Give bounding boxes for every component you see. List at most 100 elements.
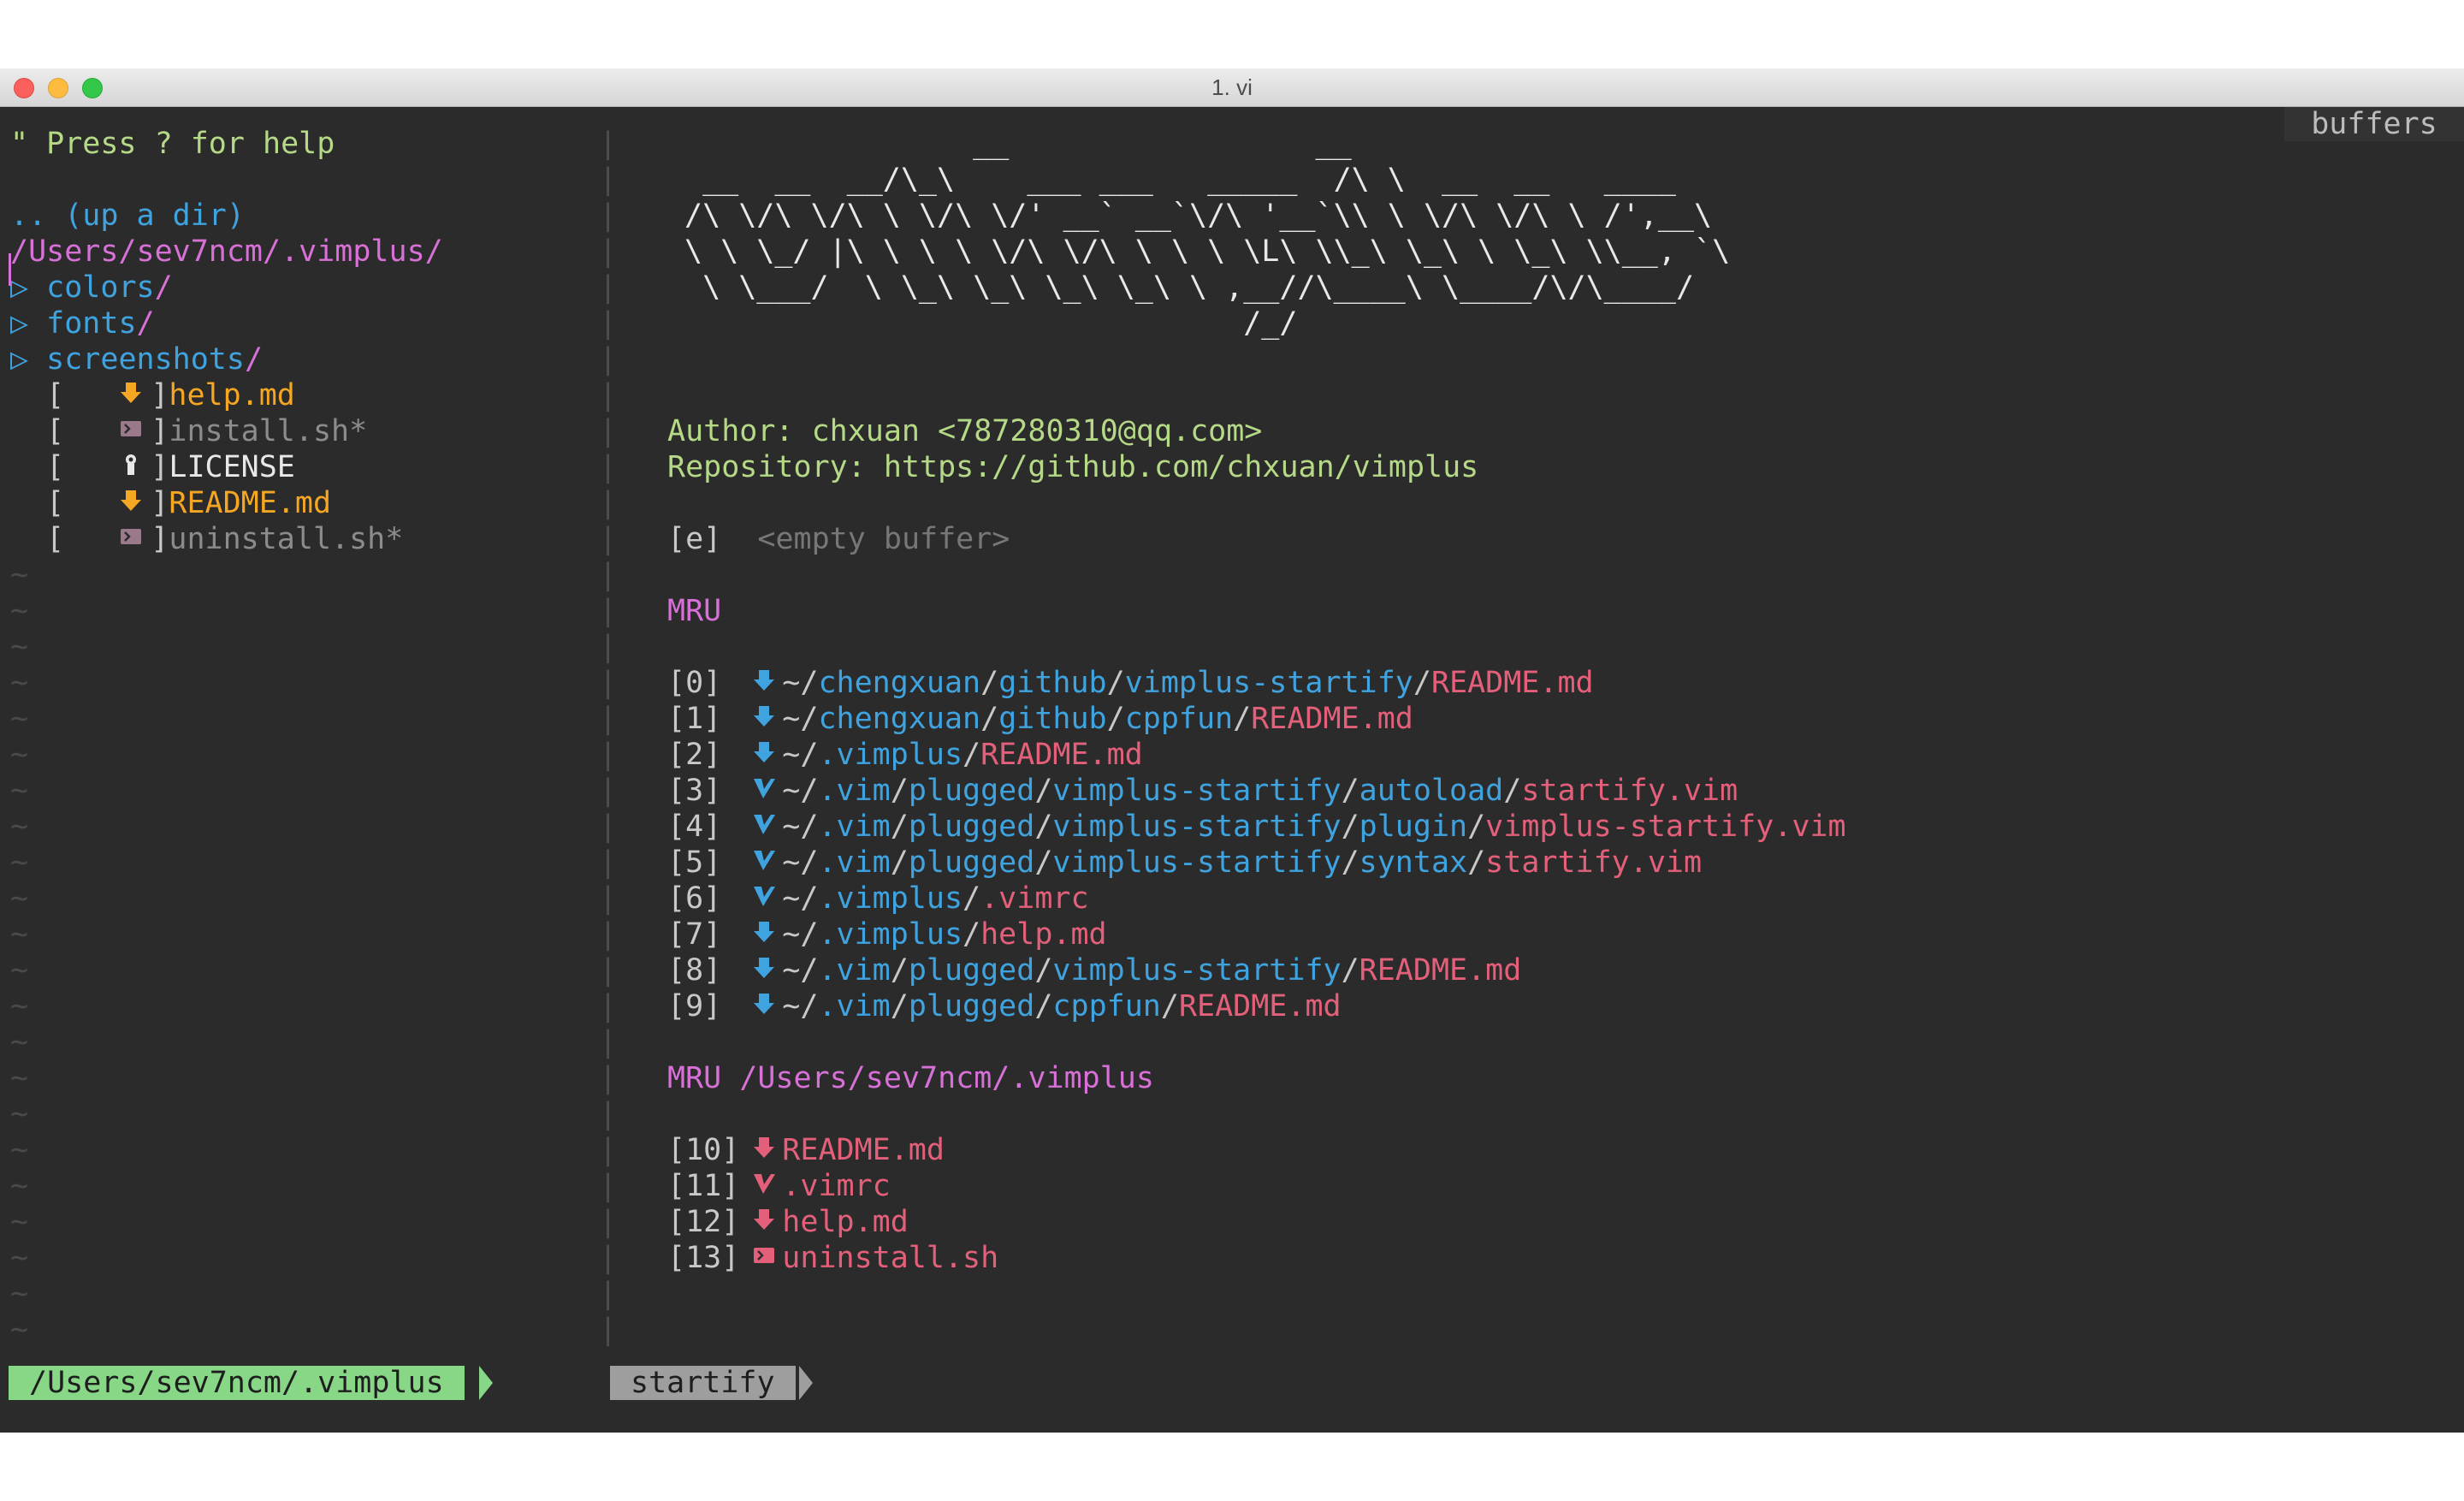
- mru-dir-item[interactable]: [12] help.md: [667, 1204, 909, 1240]
- mru-file-name: README.md: [1359, 953, 1522, 988]
- tree-file-install-sh-[interactable]: [ ]install.sh*: [46, 413, 367, 449]
- mru-item[interactable]: [0] ~/chengxuan/github/vimplus-startify/…: [667, 665, 1594, 701]
- mru-path-part: /: [890, 845, 909, 880]
- mru-path-part: /: [890, 989, 909, 1023]
- tree-dir-screenshots[interactable]: ▷ screenshots/: [10, 341, 263, 377]
- bracket-open: [: [46, 450, 119, 484]
- bracket-close: ]: [151, 486, 169, 520]
- tree-dir-colors[interactable]: ▷ colors/: [10, 270, 173, 306]
- separator-bar: |: [599, 199, 618, 233]
- item-key: [6]: [667, 881, 722, 916]
- vim-icon: [751, 774, 777, 810]
- mru-item[interactable]: [5] ~/.vim/plugged/vimplus-startify/synt…: [667, 845, 1702, 881]
- mru-file-name: README.md: [1178, 989, 1342, 1023]
- mru-path-part: plugged: [908, 810, 1035, 844]
- ascii-art-text: \ \ \_/ |\ \ \ \ \/\ \/\ \ \ \ \L\ \\_\ …: [684, 234, 1731, 269]
- mru-item[interactable]: [8] ~/.vim/plugged/vimplus-startify/READ…: [667, 952, 1521, 988]
- file-name: install.sh*: [169, 414, 368, 448]
- vim-icon: [751, 1169, 777, 1205]
- mru-item[interactable]: [9] ~/.vim/plugged/cppfun/README.md: [667, 988, 1342, 1024]
- separator-bar: |: [599, 917, 618, 952]
- empty-line-tilde: ~: [10, 1096, 28, 1132]
- mru-item[interactable]: [1] ~/chengxuan/github/cppfun/README.md: [667, 701, 1413, 737]
- mru-path-part: .vim: [818, 774, 891, 808]
- mru-item[interactable]: [3] ~/.vim/plugged/vimplus-startify/auto…: [667, 773, 1738, 809]
- up-dir-item[interactable]: .. (up a dir): [10, 198, 245, 234]
- bracket-close: ]: [151, 450, 169, 484]
- bracket-close: ]: [151, 378, 169, 412]
- empty-line-tilde: ~: [10, 1312, 28, 1348]
- separator-bar: |: [599, 486, 618, 520]
- file-name: help.md: [169, 378, 295, 412]
- tree-file-help-md[interactable]: [ ]help.md: [46, 377, 295, 413]
- mru-path-part: /: [1341, 953, 1359, 988]
- ascii-art-text: __ __ __/\_\ ___ ___ _____ /\ \ __ __ __…: [684, 163, 1676, 197]
- dir-slash: /: [136, 306, 155, 341]
- mru-item[interactable]: [6] ~/.vimplus/.vimrc: [667, 881, 1089, 917]
- mru-item[interactable]: [4] ~/.vim/plugged/vimplus-startify/plug…: [667, 809, 1846, 845]
- mru-path-part: /: [1106, 666, 1125, 700]
- tilde: ~: [10, 1241, 29, 1275]
- vim-editor[interactable]: buffers " Press ? for help.. (up a dir) /…: [0, 107, 2464, 1433]
- vim-icon: [751, 881, 777, 917]
- mru-path-part: cppfun: [1124, 702, 1234, 736]
- mru-dir-file-name: uninstall.sh: [782, 1241, 999, 1275]
- tree-file-readme-md[interactable]: [ ]README.md: [46, 485, 331, 521]
- item-key: [3]: [667, 774, 722, 808]
- separator-bar: |: [599, 594, 618, 628]
- mru-dir-item[interactable]: [10] README.md: [667, 1132, 945, 1168]
- separator-bar: |: [599, 558, 618, 592]
- markdown-icon: [118, 486, 144, 522]
- separator-bar: |: [599, 1313, 618, 1347]
- tilde: ~: [10, 810, 29, 844]
- expand-arrow-icon: ▷: [10, 306, 47, 341]
- ascii-art-line: __ __: [684, 126, 1352, 162]
- empty-buffer-item[interactable]: [e] <empty buffer>: [667, 521, 1010, 557]
- mru-path-part: plugged: [908, 845, 1035, 880]
- repository-text: Repository: https://github.com/chxuan/vi…: [667, 450, 1479, 484]
- mru-file-name: startify.vim: [1521, 774, 1738, 808]
- mru-item[interactable]: [2] ~/.vimplus/README.md: [667, 737, 1143, 773]
- separator-bar: |: [599, 845, 618, 880]
- mru-dir-item[interactable]: [11] .vimrc: [667, 1168, 891, 1204]
- item-key: [13]: [667, 1241, 740, 1275]
- mru-path-part: ~/: [782, 702, 819, 736]
- mru-path-part: vimplus-startify: [1052, 845, 1342, 880]
- mru-path-part: .vim: [818, 810, 891, 844]
- separator-bar: |: [599, 163, 618, 197]
- statusline-startify: startify: [610, 1366, 796, 1400]
- buffers-tab[interactable]: buffers: [2284, 107, 2464, 141]
- mru-dir-path: /Users/sev7ncm/.vimplus: [739, 1061, 1154, 1095]
- separator-bar: |: [599, 774, 618, 808]
- empty-line-tilde: ~: [10, 665, 28, 701]
- repository-line: Repository: https://github.com/chxuan/vi…: [667, 449, 1478, 485]
- tree-file-license[interactable]: [ ]LICENSE: [46, 449, 295, 485]
- ascii-art-text: \ \___/ \ \_\ \_\ \_\ \_\ \ ,__//\____\ …: [684, 270, 1695, 305]
- tree-file-uninstall-sh-[interactable]: [ ]uninstall.sh*: [46, 521, 403, 557]
- item-key: [9]: [667, 989, 722, 1023]
- dir-name: fonts: [46, 306, 137, 341]
- ascii-art-line: /_/: [684, 306, 1297, 341]
- separator-bar: |: [599, 378, 618, 412]
- tilde: ~: [10, 594, 29, 628]
- mru-path-part: /: [1341, 810, 1359, 844]
- separator-bar: |: [599, 810, 618, 844]
- mru-item[interactable]: [7] ~/.vimplus/help.md: [667, 917, 1107, 952]
- tilde: ~: [10, 1133, 29, 1167]
- file-name: LICENSE: [169, 450, 295, 484]
- mru-file-name: .vimrc: [980, 881, 1089, 916]
- mru-dir-item[interactable]: [13] uninstall.sh: [667, 1240, 998, 1276]
- item-key: [8]: [667, 953, 722, 988]
- separator-bar: |: [599, 1061, 618, 1095]
- mru-path-part: syntax: [1359, 845, 1468, 880]
- markdown-icon: [751, 1133, 777, 1169]
- empty-line-tilde: ~: [10, 1168, 28, 1204]
- tree-dir-fonts[interactable]: ▷ fonts/: [10, 306, 155, 341]
- empty-line-tilde: ~: [10, 1276, 28, 1312]
- mru-path-part: /: [1034, 953, 1053, 988]
- item-key: [e]: [667, 522, 722, 556]
- separator-bar: |: [599, 1241, 618, 1275]
